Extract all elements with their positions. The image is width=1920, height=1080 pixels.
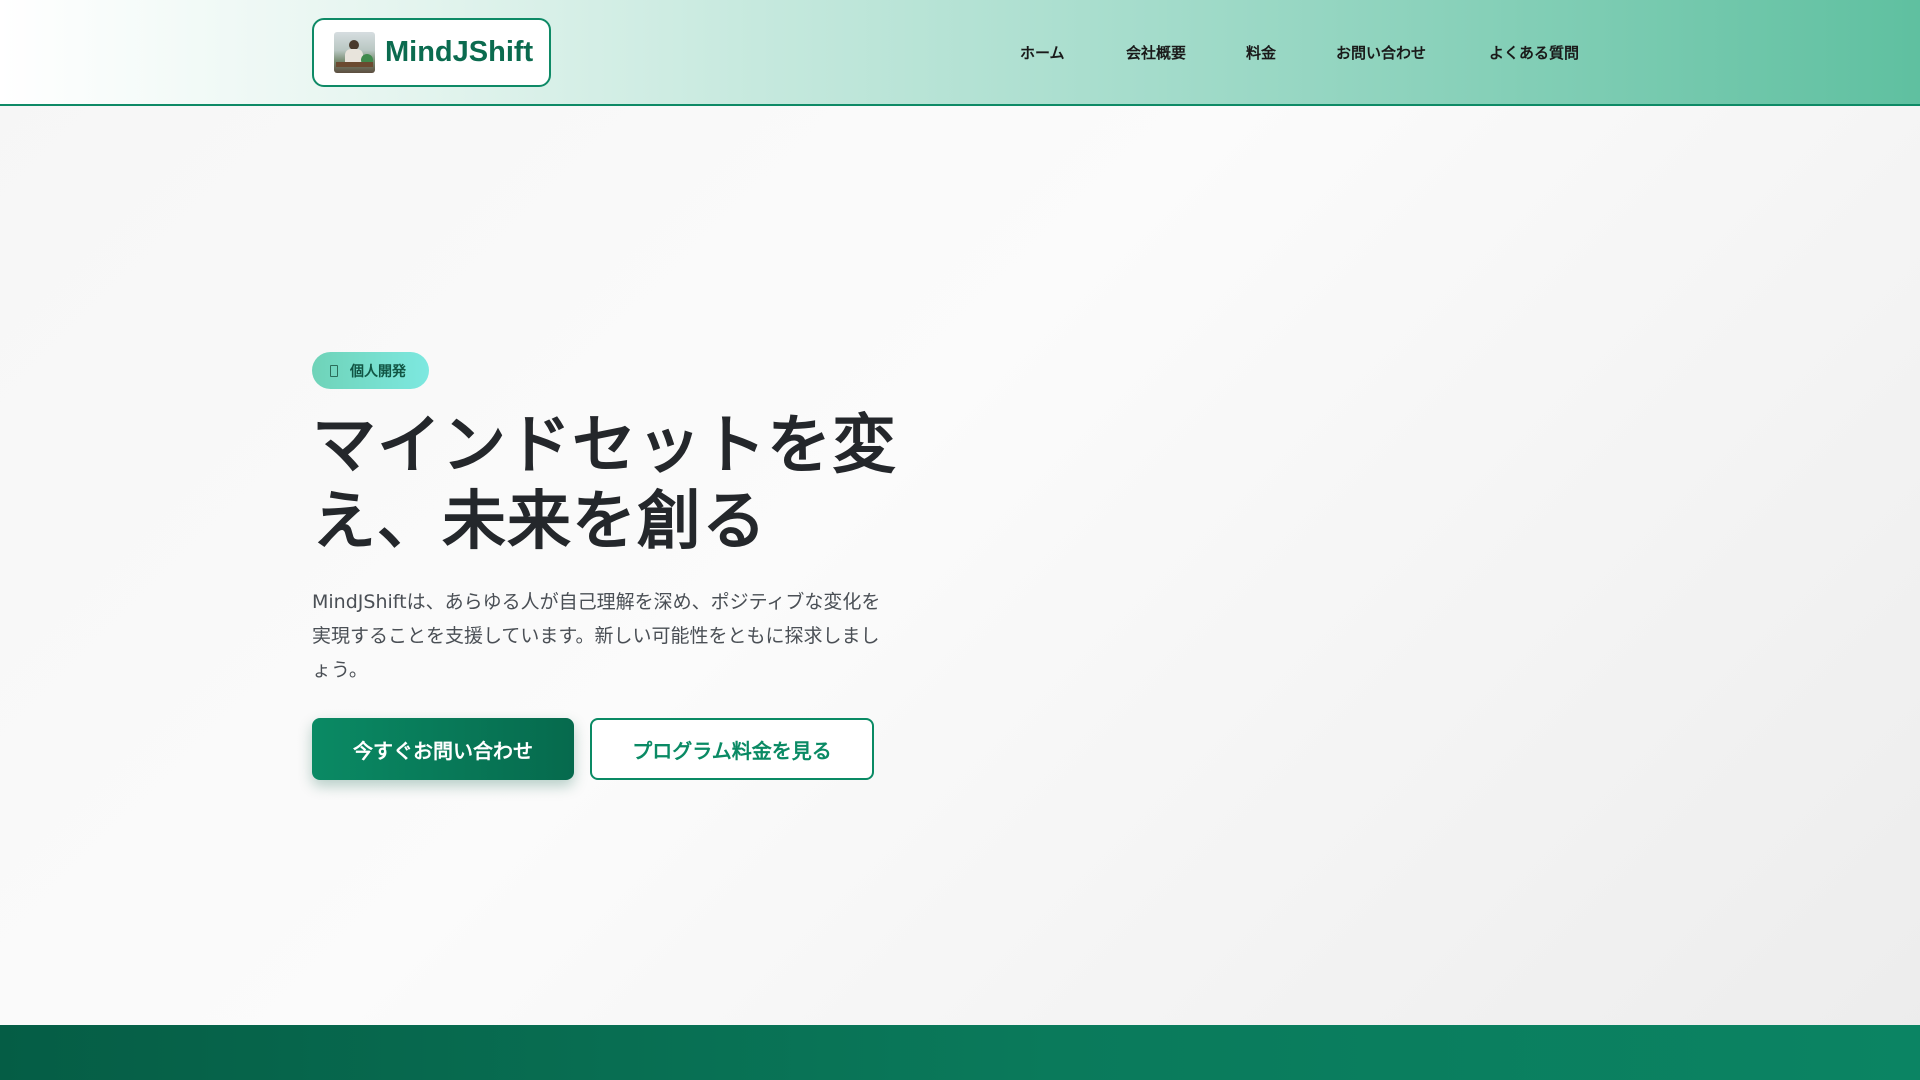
code-icon [330, 364, 338, 377]
nav-item-contact[interactable]: お問い合わせ [1336, 42, 1426, 63]
footer-band [0, 1025, 1920, 1080]
nav-item-home[interactable]: ホーム [1020, 42, 1065, 63]
logo-image [334, 32, 375, 73]
hero-badge-label: 個人開発 [350, 363, 406, 380]
nav-item-company[interactable]: 会社概要 [1126, 42, 1186, 63]
site-header: MindJShift ホーム 会社概要 料金 お問い合わせ よくある質問 [0, 0, 1920, 106]
site-logo[interactable]: MindJShift [312, 18, 551, 87]
nav-item-faq[interactable]: よくある質問 [1489, 42, 1579, 63]
nav-item-pricing[interactable]: 料金 [1246, 42, 1276, 63]
hero-badge: 個人開発 [312, 352, 429, 389]
hero-description: MindJShiftは、あらゆる人が自己理解を深め、ポジティブな変化を実現するこ… [312, 591, 881, 681]
contact-now-button[interactable]: 今すぐお問い合わせ [312, 718, 574, 780]
hero-title: マインドセットを変え、未来を創る [312, 409, 897, 559]
logo-text: MindJShift [385, 36, 534, 68]
view-pricing-button[interactable]: プログラム料金を見る [590, 718, 874, 780]
